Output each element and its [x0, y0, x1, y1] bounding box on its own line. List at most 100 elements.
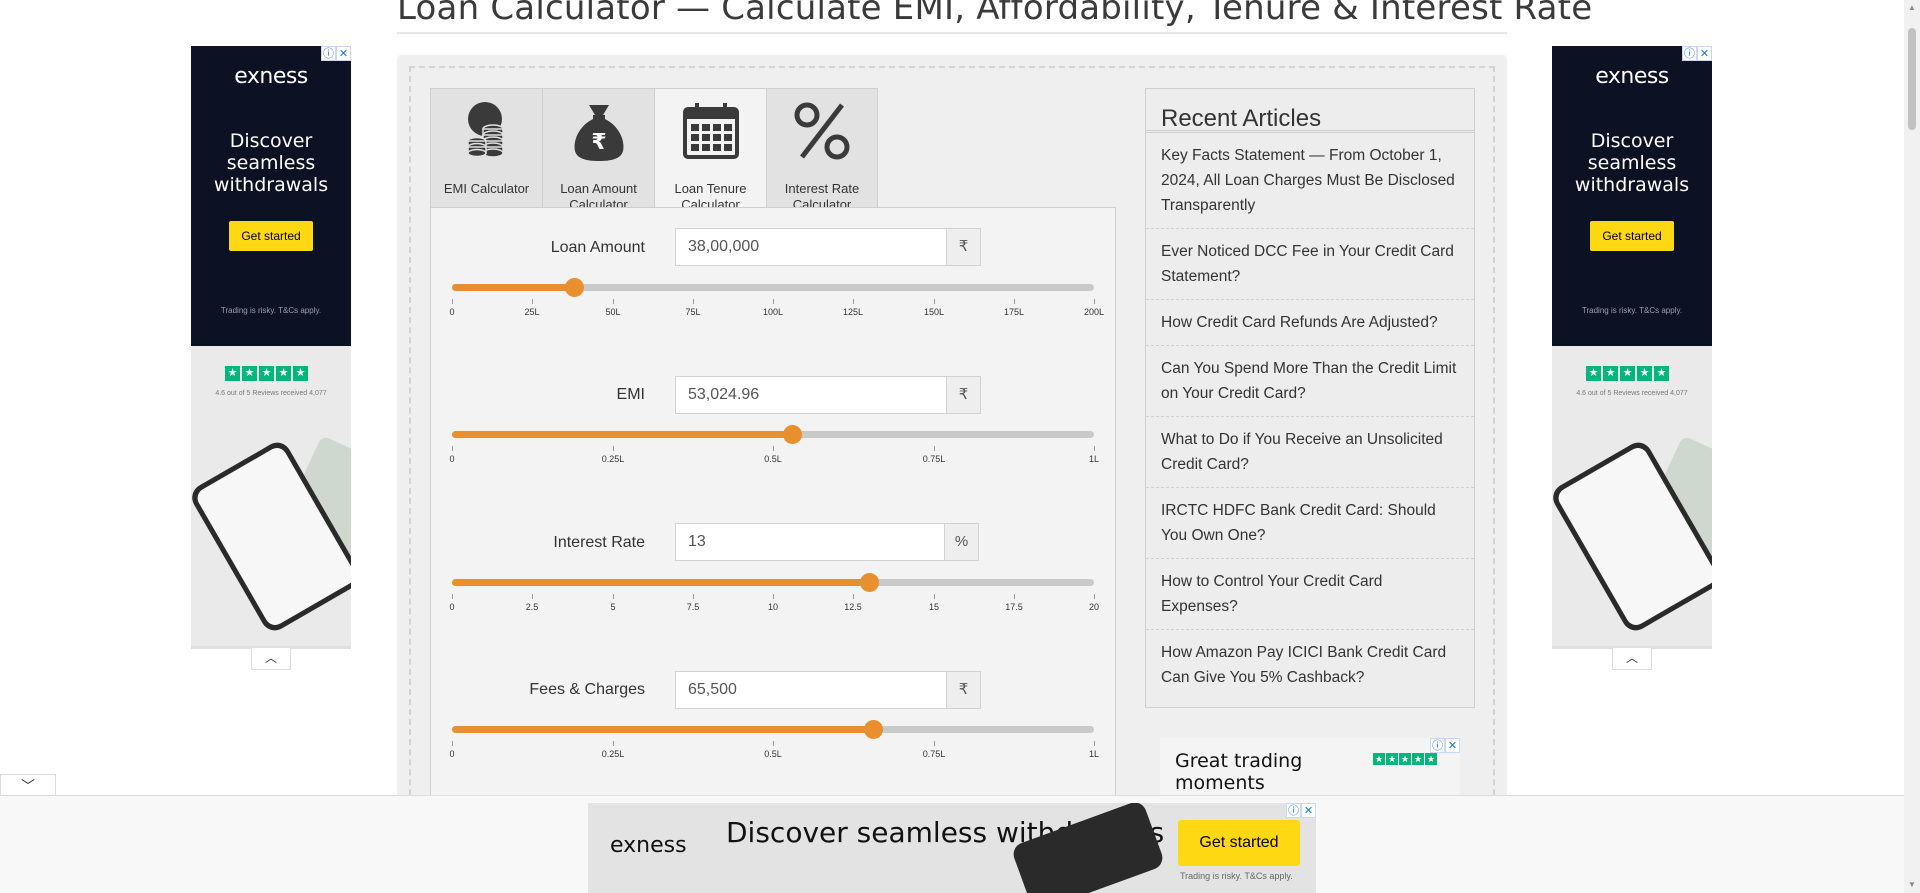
rupee-addon: ₹: [946, 228, 981, 266]
slider-tick-label: 100L: [762, 307, 784, 317]
star-icon: ★: [276, 366, 291, 381]
slider-tick-label: 0: [449, 602, 455, 612]
trustpilot-stars: ★ ★ ★ ★ ★: [225, 366, 308, 381]
calculator-tabs: EMI Calculator ₹ Loan Amount Calculator: [430, 88, 878, 212]
slider-tick-mark: [773, 741, 774, 746]
slider-tick-mark: [532, 594, 533, 599]
star-icon: ★: [1603, 366, 1618, 381]
slider-tick-mark: [452, 446, 453, 451]
emi-slider[interactable]: [452, 425, 1094, 444]
article-link[interactable]: How Amazon Pay ICICI Bank Credit Card Ca…: [1146, 630, 1474, 700]
slider-thumb[interactable]: [783, 425, 802, 444]
article-link[interactable]: Can You Spend More Than the Credit Limit…: [1146, 346, 1474, 417]
slider-tick-mark: [532, 299, 533, 304]
mid-ad-banner[interactable]: Great trading moments ★ ★ ★ ★ ★ ⓘ ✕: [1160, 738, 1460, 798]
ad-cta-button[interactable]: Get started: [1590, 221, 1674, 251]
ad-close-icon[interactable]: ✕: [1301, 803, 1316, 818]
slider-thumb[interactable]: [565, 278, 584, 297]
ad-info-icon[interactable]: ⓘ: [1286, 803, 1301, 818]
article-link[interactable]: Key Facts Statement — From October 1, 20…: [1146, 133, 1474, 229]
rupee-addon: ₹: [946, 376, 981, 414]
star-icon: ★: [1399, 753, 1411, 765]
ad-close-icon[interactable]: ✕: [1445, 738, 1460, 753]
ad-info-icon[interactable]: ⓘ: [1430, 738, 1445, 753]
slider-tick-mark: [1014, 594, 1015, 599]
ad-dark-panel: [1552, 46, 1712, 346]
slider-tick-mark: [853, 594, 854, 599]
scroll-up-icon[interactable]: ▲: [1904, 0, 1920, 16]
tab-interest-rate-calculator[interactable]: Interest Rate Calculator: [766, 88, 878, 212]
slider-tick-label: 1L: [1088, 749, 1100, 759]
slider-tick-mark: [452, 299, 453, 304]
ad-controls: ⓘ ✕: [1430, 738, 1460, 753]
ad-info-icon[interactable]: ⓘ: [1682, 46, 1697, 61]
star-icon: ★: [1637, 366, 1652, 381]
slider-tick-mark: [1094, 741, 1095, 746]
ad-brand: exness: [234, 64, 308, 89]
left-side-ad[interactable]: exness Discover seamless withdrawals Get…: [191, 46, 351, 646]
tab-emi-calculator[interactable]: EMI Calculator: [430, 88, 542, 208]
ad-close-icon[interactable]: ✕: [1697, 46, 1712, 61]
slider-tick-label: 0: [449, 749, 455, 759]
slider-tick-label: 20: [1088, 602, 1100, 612]
scrollbar-thumb[interactable]: [1908, 28, 1916, 130]
slider-tick-label: 150L: [923, 307, 945, 317]
collapse-ad-button[interactable]: ︿: [1612, 648, 1652, 670]
collapse-bottom-ad-button[interactable]: ﹀: [0, 774, 56, 796]
slider-tick-label: 10: [767, 602, 779, 612]
slider-tick-mark: [773, 594, 774, 599]
slider-tick-mark: [693, 299, 694, 304]
article-link[interactable]: Ever Noticed DCC Fee in Your Credit Card…: [1146, 229, 1474, 300]
article-link[interactable]: How Credit Card Refunds Are Adjusted?: [1146, 300, 1474, 346]
svg-text:₹: ₹: [591, 130, 606, 155]
slider-tick-mark: [1094, 594, 1095, 599]
fees-slider[interactable]: [452, 720, 1094, 739]
right-side-ad[interactable]: exness Discover seamless withdrawals Get…: [1552, 46, 1712, 646]
article-link[interactable]: What to Do if You Receive an Unsolicited…: [1146, 417, 1474, 488]
slider-thumb[interactable]: [864, 720, 883, 739]
ad-risk-disclaimer: Trading is risky. T&Cs apply.: [220, 306, 322, 315]
ad-info-icon[interactable]: ⓘ: [321, 46, 336, 61]
interest-rate-slider[interactable]: [452, 573, 1094, 592]
money-bag-icon: ₹: [574, 105, 623, 161]
recent-articles-heading: Recent Articles: [1146, 89, 1474, 133]
ad-close-icon[interactable]: ✕: [336, 46, 351, 61]
slider-tick-mark: [934, 741, 935, 746]
star-icon: ★: [1620, 366, 1635, 381]
ad-risk-disclaimer: Trading is risky. T&Cs apply.: [1581, 306, 1683, 315]
interest-rate-input[interactable]: [675, 523, 945, 561]
loan-amount-input[interactable]: [675, 228, 947, 266]
page-scrollbar[interactable]: ▲ ▼: [1904, 0, 1920, 893]
recent-articles: Recent Articles Key Facts Statement — Fr…: [1145, 88, 1475, 708]
slider-tick-mark: [934, 299, 935, 304]
slider-fill: [452, 579, 869, 586]
slider-thumb[interactable]: [860, 573, 879, 592]
slider-tick-mark: [773, 446, 774, 451]
slider-tick-label: 0: [449, 307, 455, 317]
slider-fill: [452, 284, 574, 291]
calendar-icon: [682, 103, 739, 159]
tab-loan-tenure-calculator[interactable]: Loan Tenure Calculator: [654, 88, 766, 212]
loan-amount-ticks: 0 25L 50L 75L 100L 125L 150L 175L 200L: [449, 299, 1104, 319]
ad-cta-button[interactable]: Get started: [1178, 820, 1300, 866]
tab-loan-amount-calculator[interactable]: ₹ Loan Amount Calculator: [542, 88, 654, 212]
ad-cta-button[interactable]: Get started: [229, 221, 313, 251]
slider-tick-label: 2.5: [525, 602, 539, 612]
emi-input[interactable]: [675, 376, 947, 414]
scroll-down-icon[interactable]: ▼: [1904, 877, 1920, 893]
ad-brand: exness: [610, 833, 687, 858]
ad-dark-panel: [191, 46, 351, 346]
slider-tick-label: 5: [610, 602, 616, 612]
title-divider: [397, 32, 1507, 34]
bottom-ad-banner[interactable]: exness Discover seamless withdrawals Get…: [588, 803, 1316, 893]
article-link[interactable]: IRCTC HDFC Bank Credit Card: Should You …: [1146, 488, 1474, 559]
slider-tick-mark: [773, 299, 774, 304]
loan-amount-slider[interactable]: [452, 278, 1094, 297]
slider-tick-mark: [613, 446, 614, 451]
collapse-ad-button[interactable]: ︿: [251, 648, 291, 670]
slider-tick-mark: [693, 594, 694, 599]
article-link[interactable]: How to Control Your Credit Card Expenses…: [1146, 559, 1474, 630]
slider-tick-label: 0.5L: [764, 749, 782, 759]
fees-input[interactable]: [675, 671, 947, 709]
star-icon: ★: [259, 366, 274, 381]
